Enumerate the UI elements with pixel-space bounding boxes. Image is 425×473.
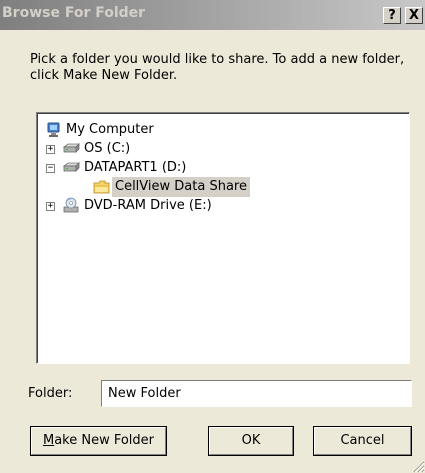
resize-grip-icon[interactable] <box>411 459 425 473</box>
dialog-title: Browse For Folder <box>2 5 146 21</box>
title-bar[interactable]: Browse For Folder ? X <box>0 0 425 30</box>
tree-item-dvd-ram-drive-e[interactable]: + DVD-RAM Drive (E:) <box>46 196 276 216</box>
folder-tree[interactable]: My Computer + OS (C:) − DATAPART1 (D:) C… <box>36 112 410 364</box>
ok-button[interactable]: OK <box>208 426 294 456</box>
expand-icon[interactable]: + <box>46 145 55 154</box>
folder-icon <box>93 180 110 194</box>
tree-item-label: OS (C:) <box>84 141 131 156</box>
tree-item-datapart1-d[interactable]: − DATAPART1 (D:) <box>46 158 266 178</box>
make-new-folder-button[interactable]: Make New Folder <box>30 426 167 456</box>
tree-item-label: My Computer <box>66 122 154 137</box>
collapse-icon[interactable]: − <box>46 164 55 173</box>
tree-item-os-c[interactable]: + OS (C:) <box>46 139 246 159</box>
dvd-drive-icon <box>63 197 79 213</box>
tree-item-label: CellView Data Share <box>112 177 250 197</box>
close-button[interactable]: X <box>405 7 423 24</box>
browse-for-folder-dialog: Browse For Folder ? X Pick a folder you … <box>0 0 425 473</box>
tree-item-cellview-data-share[interactable]: CellView Data Share <box>93 177 313 197</box>
expand-icon[interactable]: + <box>46 202 55 211</box>
folder-field-label: Folder: <box>28 386 73 401</box>
tree-item-label: DATAPART1 (D:) <box>84 160 187 175</box>
help-button[interactable]: ? <box>383 7 401 24</box>
hard-drive-icon <box>62 162 80 172</box>
tree-item-my-computer[interactable]: My Computer <box>46 120 246 140</box>
tree-item-label: DVD-RAM Drive (E:) <box>84 198 212 213</box>
cancel-button[interactable]: Cancel <box>313 426 412 456</box>
my-computer-icon <box>47 122 60 137</box>
folder-name-input[interactable] <box>101 380 412 407</box>
instructions-text: Pick a folder you would like to share. T… <box>30 52 405 83</box>
hard-drive-icon <box>62 143 80 153</box>
button-label: ake New Folder <box>54 433 155 448</box>
mnemonic-letter: M <box>42 433 55 448</box>
